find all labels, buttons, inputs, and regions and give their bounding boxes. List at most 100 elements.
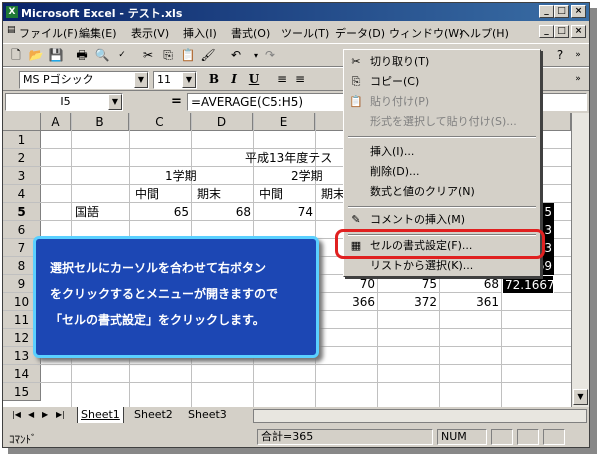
- i9-cell[interactable]: 72.1667: [502, 275, 555, 295]
- row-header-3[interactable]: 3: [3, 167, 41, 185]
- font-size-select[interactable]: 11 ▼: [153, 71, 197, 89]
- menu-insert[interactable]: 挿入(I): [183, 25, 217, 41]
- end1-cell[interactable]: 期末: [195, 185, 223, 203]
- align-left-icon[interactable]: ≡: [273, 71, 291, 88]
- row-header-2[interactable]: 2: [3, 149, 41, 167]
- next-sheet-icon[interactable]: ▶: [39, 407, 51, 423]
- h10-cell[interactable]: 361: [439, 293, 501, 311]
- e5-cell[interactable]: 74: [253, 203, 315, 221]
- mid2-cell[interactable]: 中間: [257, 185, 285, 203]
- c5-cell[interactable]: 65: [129, 203, 191, 221]
- row-header-14[interactable]: 14: [3, 365, 41, 383]
- toolbar-more-icon[interactable]: »: [569, 47, 587, 64]
- column-header-c[interactable]: C: [129, 113, 191, 131]
- format-more-icon[interactable]: »: [569, 71, 587, 88]
- column-header-d[interactable]: D: [191, 113, 253, 131]
- font-size-dropdown-icon[interactable]: ▼: [182, 72, 196, 88]
- menu-item-label: 形式を選択して貼り付け(S)...: [370, 115, 517, 128]
- bold-button[interactable]: B: [205, 71, 223, 88]
- new-file-icon[interactable]: 🗋: [7, 47, 25, 64]
- menu-item-delete[interactable]: 削除(D)...: [346, 162, 538, 182]
- g9-cell[interactable]: 75: [377, 275, 439, 293]
- align-center-icon[interactable]: ≡: [291, 71, 309, 88]
- redo-icon[interactable]: ↷: [261, 47, 279, 64]
- save-icon[interactable]: 💾: [47, 47, 65, 64]
- f10-cell[interactable]: 366: [315, 293, 377, 311]
- spellcheck-icon[interactable]: ✓: [113, 47, 131, 64]
- column-header-b[interactable]: B: [71, 113, 129, 131]
- select-all-corner[interactable]: [3, 113, 41, 131]
- formula-value: =AVERAGE(C5:H5): [191, 95, 304, 109]
- doc-restore-button[interactable]: □: [554, 25, 569, 38]
- menu-item-paste-special[interactable]: 形式を選択して貼り付け(S)...: [346, 112, 538, 132]
- underline-button[interactable]: U: [245, 71, 263, 88]
- menu-item-paste[interactable]: 📋 貼り付け(P): [346, 92, 538, 112]
- row-header-4[interactable]: 4: [3, 185, 41, 203]
- excel-app-icon[interactable]: X: [6, 6, 18, 18]
- menu-window[interactable]: ウィンドウ(W): [389, 25, 463, 41]
- horizontal-scrollbar[interactable]: [253, 409, 587, 423]
- column-header-e[interactable]: E: [253, 113, 315, 131]
- term1-cell[interactable]: 1学期: [163, 167, 199, 185]
- format-painter-icon[interactable]: 🖌: [199, 47, 217, 64]
- print-preview-icon[interactable]: 🔍: [93, 47, 111, 64]
- g10-cell[interactable]: 372: [377, 293, 439, 311]
- sheet-title-cell[interactable]: 平成13年度テス: [243, 149, 334, 167]
- prev-sheet-icon[interactable]: ◀: [25, 407, 37, 423]
- tab-sheet3[interactable]: Sheet3: [185, 407, 230, 423]
- row-header-1[interactable]: 1: [3, 131, 41, 149]
- help-assistant-icon[interactable]: ?: [551, 47, 569, 64]
- paste-icon: 📋: [349, 95, 363, 108]
- menu-tools[interactable]: ツール(T): [281, 25, 329, 41]
- italic-button[interactable]: I: [225, 71, 243, 88]
- print-icon[interactable]: 🖶: [73, 47, 91, 64]
- vertical-scrollbar[interactable]: ▼: [571, 113, 589, 407]
- status-num: NUM: [437, 429, 487, 445]
- menu-item-insert[interactable]: 挿入(I)...: [346, 142, 538, 162]
- f9-cell[interactable]: 70: [315, 275, 377, 293]
- menu-item-clear-contents[interactable]: 数式と値のクリア(N): [346, 182, 538, 202]
- doc-minimize-button[interactable]: _: [539, 25, 554, 38]
- undo-icon[interactable]: ↶: [227, 47, 245, 64]
- last-sheet-icon[interactable]: ▶|: [53, 407, 68, 423]
- font-name-select[interactable]: MS Pゴシック ▼: [19, 71, 149, 89]
- column-header-a[interactable]: A: [41, 113, 71, 131]
- gridline: [3, 382, 571, 383]
- doc-icon[interactable]: ▤: [7, 25, 16, 35]
- first-sheet-icon[interactable]: |◀: [9, 407, 24, 423]
- menu-item-cut[interactable]: ✂ 切り取り(T): [346, 52, 538, 72]
- status-mode: ｺﾏﾝﾄﾞ: [9, 433, 37, 446]
- cut-icon[interactable]: ✂: [139, 47, 157, 64]
- close-button[interactable]: ×: [571, 5, 586, 18]
- paste-icon[interactable]: 📋: [179, 47, 197, 64]
- name-box[interactable]: I5 ▼: [5, 93, 123, 111]
- font-name-dropdown-icon[interactable]: ▼: [134, 72, 148, 88]
- d5-cell[interactable]: 68: [191, 203, 253, 221]
- menu-item-copy[interactable]: ⎘ コピー(C): [346, 72, 538, 92]
- open-folder-icon[interactable]: 📂: [27, 47, 45, 64]
- h9-cell[interactable]: 68: [439, 275, 501, 293]
- subject-cell[interactable]: 国語: [73, 203, 101, 221]
- menu-help[interactable]: ヘルプ(H): [459, 25, 509, 41]
- tab-sheet2[interactable]: Sheet2: [131, 407, 176, 423]
- term2-cell[interactable]: 2学期: [289, 167, 325, 185]
- status-sum: 合計=365: [257, 429, 433, 445]
- minimize-button[interactable]: _: [539, 5, 554, 18]
- mid1-cell[interactable]: 中間: [133, 185, 161, 203]
- doc-close-button[interactable]: ×: [571, 25, 586, 38]
- tab-sheet1[interactable]: Sheet1: [77, 407, 124, 423]
- scroll-down-icon[interactable]: ▼: [573, 389, 588, 405]
- menu-file[interactable]: ファイル(F): [19, 25, 78, 41]
- copy-icon[interactable]: ⎘: [159, 47, 177, 64]
- menu-data[interactable]: データ(D): [335, 25, 385, 41]
- menu-item-pick-from-list[interactable]: リストから選択(K)...: [346, 256, 538, 276]
- row-header-5[interactable]: 5: [3, 203, 41, 221]
- name-box-dropdown-icon[interactable]: ▼: [108, 94, 122, 110]
- menu-view[interactable]: 表示(V): [131, 25, 169, 41]
- menu-item-insert-comment[interactable]: ✎ コメントの挿入(M): [346, 210, 538, 230]
- menu-format[interactable]: 書式(O): [231, 25, 270, 41]
- callout-line-1: 選択セルにカーソルを合わせて右ボタン: [50, 261, 267, 275]
- menu-edit[interactable]: 編集(E): [79, 25, 117, 41]
- maximize-button[interactable]: □: [554, 5, 569, 18]
- row-header-15[interactable]: 15: [3, 383, 41, 401]
